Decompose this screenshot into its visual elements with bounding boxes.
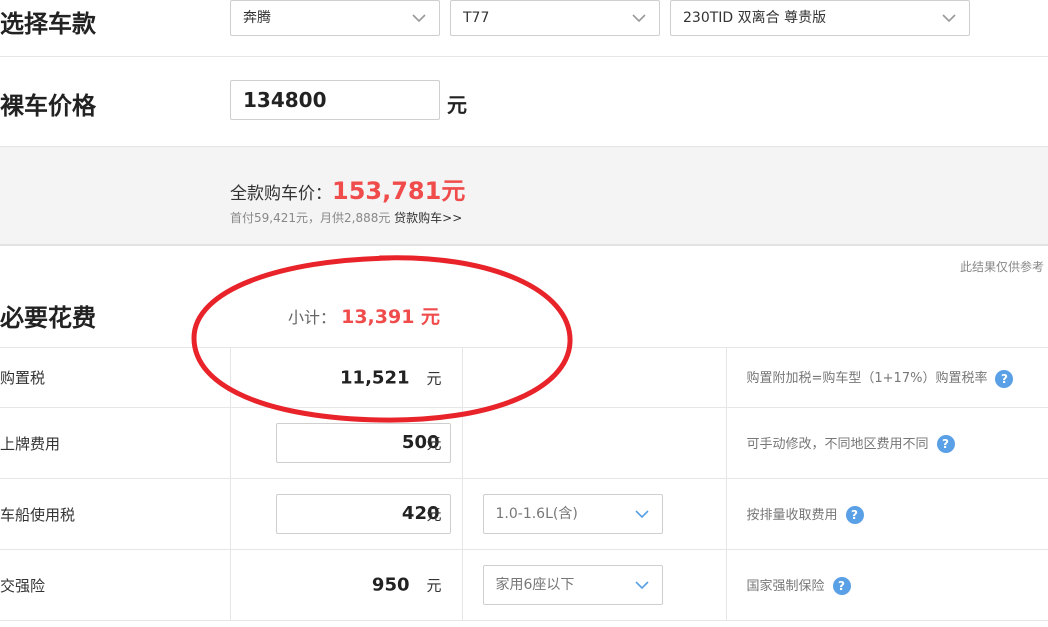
chevron-down-icon: [634, 581, 649, 590]
fee-desc: 购置附加税=购车型（1+17%）购置税率: [746, 371, 988, 387]
brand-select[interactable]: 奔腾: [230, 0, 440, 36]
fee-option-cell: 1.0-1.6L(含): [461, 478, 726, 550]
chevron-down-icon: [412, 14, 426, 23]
total-price-value: 153,781元: [332, 177, 466, 205]
loan-link[interactable]: 贷款购车>>: [394, 211, 462, 225]
version-select-value: 230TID 双离合 尊贵版: [683, 10, 827, 26]
chevron-down-icon: [634, 510, 649, 519]
displacement-select[interactable]: 1.0-1.6L(含): [482, 494, 663, 534]
fee-amount-cell: 950 元: [229, 549, 462, 621]
annotation-circle: [191, 255, 573, 423]
fee-amount-input[interactable]: 420: [275, 494, 451, 534]
loan-info-text: 首付59,421元，月供2,888元: [230, 211, 391, 225]
fee-desc-cell: 可手动修改，不同地区费用不同?: [725, 407, 1048, 479]
divider: [0, 56, 1048, 57]
chevron-down-icon: [632, 14, 646, 23]
loan-info: 首付59,421元，月供2,888元 贷款购车>>: [230, 209, 462, 226]
question-mark-icon[interactable]: ?: [936, 435, 955, 454]
reference-note: 此结果仅供参考: [959, 260, 1044, 274]
fee-unit: 元: [426, 576, 442, 595]
question-mark-icon[interactable]: ?: [995, 369, 1014, 388]
fee-desc-cell: 购置附加税=购车型（1+17%）购置税率?: [725, 347, 1048, 408]
displacement-select-value: 1.0-1.6L(含): [495, 506, 578, 522]
fee-unit: 元: [426, 505, 442, 524]
model-select[interactable]: T77: [450, 0, 660, 36]
table-row: 交强险 950 元 家用6座以下 国家强制保险?: [0, 549, 1048, 621]
bare-price-unit: 元: [447, 93, 467, 117]
fee-name: 车船使用税: [0, 478, 230, 550]
fee-amount-input[interactable]: 500: [275, 423, 451, 463]
fee-desc-cell: 国家强制保险?: [725, 549, 1048, 621]
fee-amount: 950: [371, 574, 410, 596]
total-price: 全款购车价：153,781元: [230, 171, 465, 206]
brand-select-value: 奔腾: [243, 10, 271, 26]
fee-option-cell: 家用6座以下: [461, 549, 726, 621]
version-select[interactable]: 230TID 双离合 尊贵版: [670, 0, 970, 36]
fee-desc: 按排量收取费用: [746, 507, 838, 523]
question-mark-icon[interactable]: ?: [832, 577, 851, 596]
question-mark-icon[interactable]: ?: [845, 506, 864, 525]
fee-name: 交强险: [0, 549, 230, 621]
fee-desc-cell: 按排量收取费用?: [725, 478, 1048, 550]
seat-type-select-value: 家用6座以下: [495, 577, 575, 593]
seat-type-select[interactable]: 家用6座以下: [482, 565, 663, 605]
price-summary: 全款购车价：153,781元 首付59,421元，月供2,888元 贷款购车>>: [0, 146, 1048, 246]
chevron-down-icon: [942, 14, 956, 23]
fee-amount-cell: 420 元: [229, 478, 462, 550]
fee-desc: 国家强制保险: [746, 578, 825, 594]
table-row: 车船使用税 420 元 1.0-1.6L(含) 按排量收取费用?: [0, 478, 1048, 550]
bare-price-input[interactable]: 134800: [230, 80, 440, 120]
total-price-label: 全款购车价：: [230, 184, 332, 204]
select-car-label: 选择车款: [0, 10, 96, 38]
model-select-value: T77: [463, 10, 490, 26]
required-costs-label: 必要花费: [0, 304, 96, 332]
fee-unit: 元: [426, 434, 442, 453]
fee-desc: 可手动修改，不同地区费用不同: [746, 436, 929, 452]
bare-price-label: 裸车价格: [0, 92, 96, 120]
